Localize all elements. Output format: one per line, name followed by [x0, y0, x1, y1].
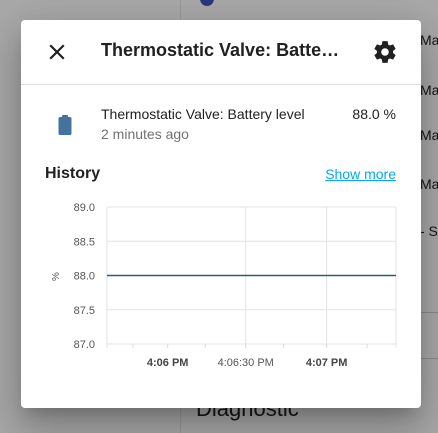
gear-icon: [374, 41, 396, 63]
y-tick-label: 87.0: [74, 339, 95, 351]
y-tick-label: 89.0: [74, 202, 95, 214]
close-icon: [49, 44, 65, 60]
header-divider: [21, 84, 421, 85]
dialog-header: Thermostatic Valve: Battery level: [21, 20, 421, 84]
x-tick-label: 4:07 PM: [306, 357, 348, 369]
battery-icon: [55, 114, 75, 136]
x-tick-label: 4:06:30 PM: [218, 357, 274, 369]
entity-last-changed: 2 minutes ago: [101, 126, 189, 142]
x-tick-label: 4:06 PM: [147, 357, 189, 369]
history-chart[interactable]: 89.0 88.5 88.0 87.5 87.0 4:06 PM 4:06:30 PM 4:0…: [21, 190, 421, 400]
dialog-title: Thermostatic Valve: Battery level: [101, 40, 341, 60]
y-axis-label: %: [51, 272, 62, 281]
entity-state: 88.0 %: [352, 106, 396, 122]
history-label: History: [45, 165, 101, 182]
close-button[interactable]: [43, 38, 71, 66]
more-info-dialog: Thermostatic Valve: Battery level Thermo…: [21, 20, 421, 408]
show-more-link[interactable]: Show more: [325, 166, 396, 182]
entity-row[interactable]: Thermostatic Valve: Battery level 2 minu…: [21, 100, 421, 150]
settings-button[interactable]: [372, 39, 398, 65]
y-tick-label: 87.5: [74, 305, 95, 317]
y-tick-label: 88.5: [74, 236, 95, 248]
y-tick-label: 88.0: [74, 271, 95, 283]
entity-name: Thermostatic Valve: Battery level: [101, 106, 305, 122]
